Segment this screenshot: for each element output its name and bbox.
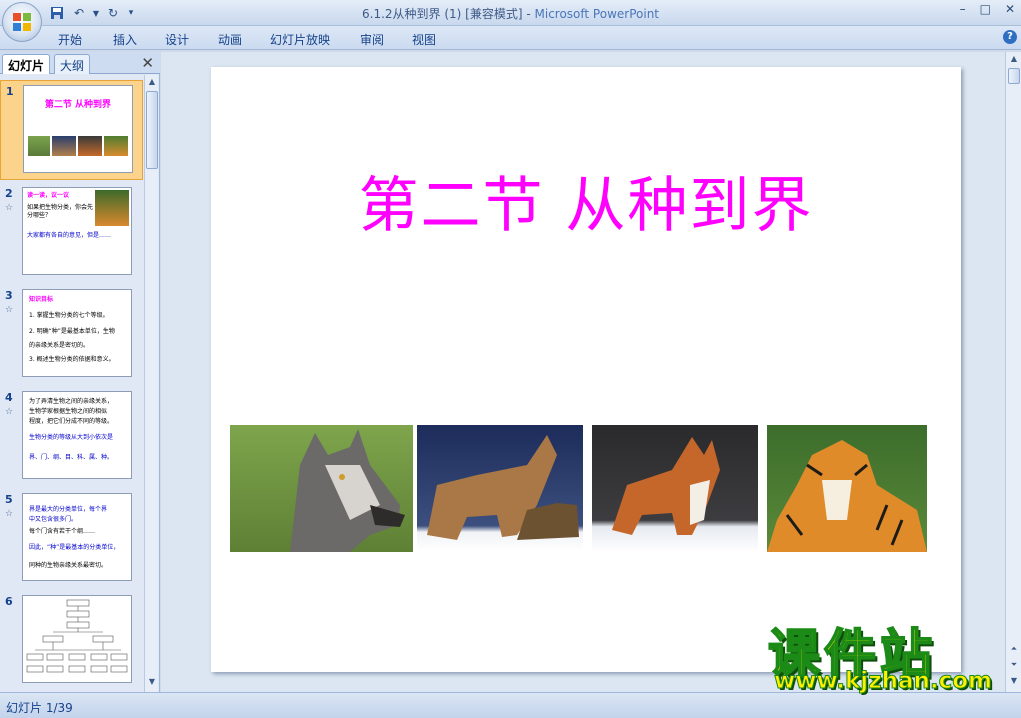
fox-photo[interactable] [592, 425, 758, 552]
scroll-down-icon[interactable]: ▼ [1008, 676, 1020, 688]
maximize-button[interactable]: □ [980, 2, 991, 16]
slide-editor: 第二节 从种到界 [161, 52, 1005, 692]
close-pane-icon[interactable]: ✕ [141, 54, 154, 72]
scroll-thumb[interactable] [1008, 68, 1020, 84]
tab-slide-show[interactable]: 幻灯片放映 [270, 31, 330, 48]
animation-star-icon: ☆ [5, 509, 14, 519]
thumb-line: 生物学家根据生物之间的相似 [29, 408, 108, 415]
slide-preview: 为了弄清生物之间的亲缘关系， 生物学家根据生物之间的相似 程度，把它们分成不同的… [22, 391, 132, 479]
thumb-line: 为了弄清生物之间的亲缘关系， [29, 398, 114, 405]
current-slide[interactable]: 第二节 从种到界 [211, 67, 961, 672]
thumb-line: 3. 概述生物分类的依据和意义。 [29, 356, 115, 363]
tab-outline[interactable]: 大纲 [54, 54, 91, 74]
slide-counter: 幻灯片 1/39 [6, 701, 73, 715]
thumb-line: 界、门、纲、目、科、属、种。 [29, 454, 114, 461]
animation-star-icon: ☆ [5, 305, 14, 315]
thumb-line: 大家都有各自的意见，但是…… [27, 232, 112, 239]
previous-slide-icon[interactable]: ⏶ [1008, 644, 1020, 656]
status-bar: 幻灯片 1/39 [0, 692, 1021, 718]
thumbnail-list: 1 第二节 从种到界 2 ☆ 读一读，议一议 如果把生物分类，你会先分哪些？ 大… [0, 75, 143, 692]
thumb-line: 中又包含很多门。 [29, 516, 78, 523]
thumb-fox-image [78, 136, 102, 156]
slide-preview: 知识目标 1. 掌握生物分类的七个等级。 2. 明确“种”是最基本单位，生物 的… [22, 289, 132, 377]
ribbon-tab-bar: 开始 插入 设计 动画 幻灯片放映 审阅 视图 ? [0, 26, 1021, 50]
slide-thumbnail-6[interactable]: 6 [0, 591, 143, 691]
howling-wolves-photo[interactable] [417, 425, 583, 551]
slide-title[interactable]: 第二节 从种到界 [211, 157, 961, 244]
tab-slides[interactable]: 幻灯片 [2, 54, 51, 74]
thumb-line: 因此，“种”是最基本的分类单位， [29, 544, 120, 551]
slide-number: 4 [5, 391, 13, 404]
office-logo-icon [13, 13, 31, 31]
tab-view[interactable]: 视图 [412, 31, 436, 48]
window-controls: – □ ✕ [960, 2, 1015, 16]
slide-number: 5 [5, 493, 13, 506]
slide-thumbnail-3[interactable]: 3 ☆ 知识目标 1. 掌握生物分类的七个等级。 2. 明确“种”是最基本单位，… [0, 285, 143, 385]
thumb-line: 2. 明确“种”是最基本单位，生物 [29, 328, 115, 335]
thumb-heading: 知识目标 [29, 296, 54, 303]
tab-insert[interactable]: 插入 [113, 31, 137, 48]
slide-thumbnail-4[interactable]: 4 ☆ 为了弄清生物之间的亲缘关系， 生物学家根据生物之间的相似 程度，把它们分… [0, 387, 143, 487]
slide-number: 2 [5, 187, 13, 200]
title-separator: - [522, 7, 535, 21]
tab-animations[interactable]: 动画 [218, 31, 242, 48]
scroll-down-icon[interactable]: ▼ [146, 677, 158, 689]
slides-pane: 幻灯片 大纲 ✕ 1 第二节 从种到界 2 ☆ 读一读，议一议 如果把生物分类，… [0, 52, 160, 692]
thumb-heading: 读一读，议一议 [27, 192, 70, 199]
help-icon[interactable]: ? [1003, 30, 1017, 44]
close-button[interactable]: ✕ [1005, 2, 1015, 16]
tiger-photo[interactable] [767, 425, 927, 552]
thumb-line: 同种的生物亲缘关系最密切。 [29, 562, 108, 569]
tab-review[interactable]: 审阅 [360, 31, 384, 48]
minimize-button[interactable]: – [960, 2, 966, 16]
window-title: 6.1.2从种到界 (1) [兼容模式] - Microsoft PowerPo… [0, 5, 1021, 22]
thumb-tiger-image [95, 190, 129, 226]
slide-number: 6 [5, 595, 13, 608]
office-button[interactable] [2, 2, 42, 42]
pane-tabs: 幻灯片 大纲 ✕ [0, 52, 160, 74]
tab-design[interactable]: 设计 [165, 31, 189, 48]
animation-star-icon: ☆ [5, 203, 14, 213]
scroll-thumb[interactable] [146, 91, 158, 169]
next-slide-icon[interactable]: ⏷ [1008, 660, 1020, 672]
slide-preview: 界是最大的分类单位，每个界 中又包含很多门。 每个门含有若干个纲…… 因此，“种… [22, 493, 132, 581]
watermark-url: www.kjzhan.com [774, 668, 993, 695]
thumb-tree-diagram [26, 599, 128, 673]
document-name: 6.1.2从种到界 (1) [兼容模式] [362, 7, 523, 21]
slide-preview: 第二节 从种到界 [23, 85, 133, 173]
thumb-wolf-image [28, 136, 50, 156]
tab-home[interactable]: 开始 [58, 31, 82, 48]
thumb-tiger-image [104, 136, 128, 156]
thumb-line: 界是最大的分类单位，每个界 [29, 506, 108, 513]
scroll-up-icon[interactable]: ▲ [146, 77, 158, 89]
slide-number: 1 [6, 85, 14, 98]
slide-preview [22, 595, 132, 683]
thumb-line: 1. 掌握生物分类的七个等级。 [29, 312, 109, 319]
scroll-up-icon[interactable]: ▲ [1008, 54, 1020, 66]
thumbnail-scrollbar[interactable]: ▲ ▼ [144, 75, 158, 692]
thumb-title: 第二节 从种到界 [44, 100, 112, 110]
slide-thumbnail-5[interactable]: 5 ☆ 界是最大的分类单位，每个界 中又包含很多门。 每个门含有若干个纲…… 因… [0, 489, 143, 589]
thumb-line: 如果把生物分类，你会先分哪些？ [27, 204, 94, 219]
slide-thumbnail-1[interactable]: 1 第二节 从种到界 [0, 80, 143, 180]
thumb-line: 生物分类的等级从大到小依次是 [29, 434, 114, 441]
thumb-wolves-image [52, 136, 76, 156]
wolf-photo[interactable] [230, 425, 413, 552]
slide-number: 3 [5, 289, 13, 302]
thumb-line: 每个门含有若干个纲…… [29, 528, 96, 535]
slide-preview: 读一读，议一议 如果把生物分类，你会先分哪些？ 大家都有各自的意见，但是…… [22, 187, 132, 275]
title-bar: ↶ ▼ ↻ ▾ 6.1.2从种到界 (1) [兼容模式] - Microsoft… [0, 0, 1021, 26]
editor-scrollbar[interactable]: ▲ ⏶ ⏷ ▼ [1005, 52, 1021, 692]
slide-thumbnail-2[interactable]: 2 ☆ 读一读，议一议 如果把生物分类，你会先分哪些？ 大家都有各自的意见，但是… [0, 183, 143, 283]
thumb-line: 程度，把它们分成不同的等级。 [29, 418, 114, 425]
animation-star-icon: ☆ [5, 407, 14, 417]
app-name: Microsoft PowerPoint [534, 7, 660, 21]
thumb-line: 的亲缘关系是密切的。 [29, 342, 90, 349]
